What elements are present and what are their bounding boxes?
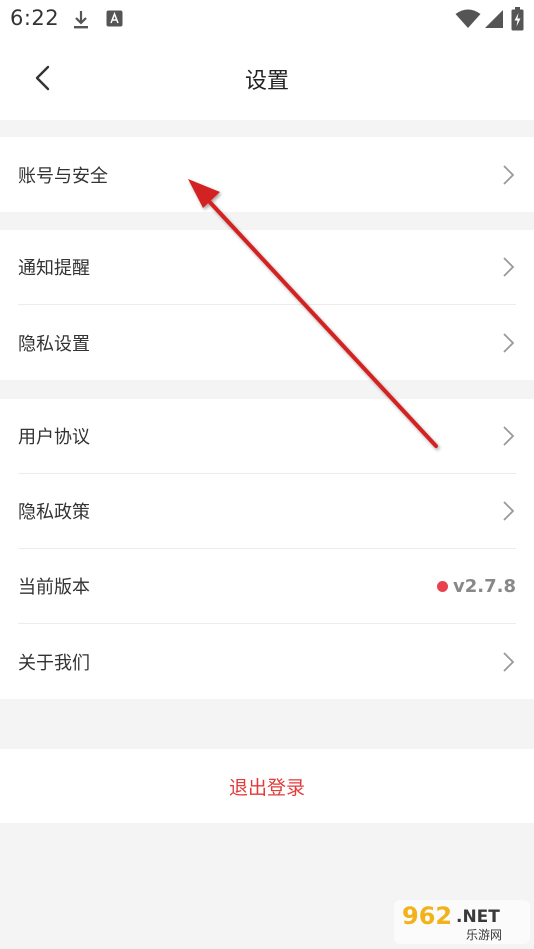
- download-icon: [74, 11, 88, 29]
- watermark-sub: 乐游网: [466, 928, 502, 942]
- row-user-agreement[interactable]: 用户协议: [18, 399, 516, 474]
- battery-charging-icon: [511, 7, 524, 31]
- update-dot-icon: [437, 580, 449, 592]
- watermark-main: 962: [402, 902, 452, 930]
- nav-bar: 设置: [0, 38, 534, 120]
- page-title: 设置: [244, 69, 289, 94]
- row-notifications[interactable]: 通知提醒: [18, 230, 516, 305]
- version-info: v2.7.8: [437, 576, 516, 597]
- version-value: v2.7.8: [453, 575, 516, 597]
- chevron-left-icon: [35, 65, 50, 91]
- chevron-right-icon: [503, 164, 515, 185]
- row-label: 通知提醒: [18, 258, 90, 279]
- status-time: 6:22: [10, 6, 60, 30]
- signal-icon: [485, 10, 503, 28]
- row-label: 账号与安全: [18, 165, 108, 187]
- font-icon: [106, 10, 123, 27]
- row-about-us[interactable]: 关于我们: [18, 624, 516, 699]
- status-bar: 6:22: [0, 0, 534, 38]
- row-label: 当前版本: [18, 577, 90, 598]
- logout-button[interactable]: 退出登录: [0, 749, 534, 823]
- chevron-right-icon: [503, 426, 515, 446]
- watermark-net: .NET: [456, 907, 500, 927]
- chevron-right-icon: [503, 257, 515, 277]
- watermark-logo: 962 .NET 乐游网: [394, 900, 530, 944]
- settings-group-about: 用户协议 隐私政策 当前版本 v2.7.8 关于我们: [0, 399, 534, 699]
- row-privacy-policy[interactable]: 隐私政策: [18, 474, 516, 549]
- chevron-right-icon: [503, 332, 515, 353]
- row-account-security[interactable]: 账号与安全: [18, 137, 516, 212]
- row-label: 隐私政策: [18, 502, 90, 523]
- row-current-version[interactable]: 当前版本 v2.7.8: [18, 549, 516, 624]
- logout-label: 退出登录: [228, 776, 305, 799]
- settings-group-account: 账号与安全: [0, 137, 534, 212]
- back-button[interactable]: [22, 56, 62, 100]
- wifi-icon: [455, 9, 481, 28]
- row-label: 用户协议: [18, 427, 90, 448]
- row-label: 隐私设置: [18, 333, 90, 355]
- settings-group-notify: 通知提醒 隐私设置: [0, 230, 534, 380]
- row-label: 关于我们: [18, 652, 90, 674]
- row-privacy-settings[interactable]: 隐私设置: [18, 305, 516, 380]
- chevron-right-icon: [503, 501, 515, 521]
- chevron-right-icon: [503, 651, 515, 672]
